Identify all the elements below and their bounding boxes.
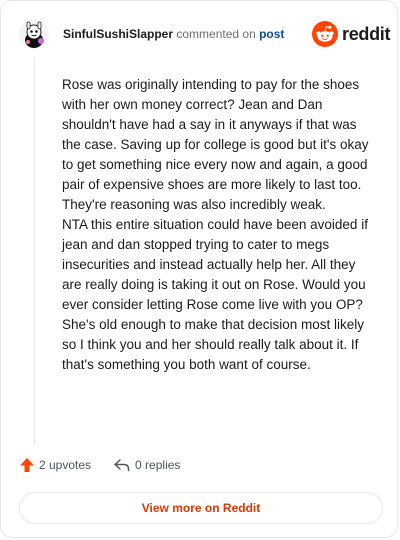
view-more-label: View more on Reddit [141,501,261,515]
view-more-button[interactable]: View more on Reddit [19,492,383,524]
action-text: commented on [176,27,256,41]
comment-paragraph: NTA this entire situation could have bee… [62,217,368,372]
comment-header: SinfulSushiSlapper commented on post [63,27,284,41]
reply-button[interactable]: 0 replies [113,457,180,473]
username[interactable]: SinfulSushiSlapper [63,27,173,41]
upvote-arrow-icon [20,458,34,472]
avatar[interactable] [19,19,49,49]
reddit-snoo-icon [312,21,338,47]
reddit-logo[interactable]: reddit [312,21,391,47]
upvote-count: 2 upvotes [39,458,92,472]
upvote-button[interactable]: 2 upvotes [19,457,91,473]
thread-line [34,57,35,445]
avatar-image [19,19,49,49]
comment-paragraph: Rose was originally intending to pay for… [62,77,369,212]
comment-actions: 2 upvotes 0 replies [19,457,180,473]
logo-wordmark: reddit [342,23,391,44]
reply-count: 0 replies [135,458,181,472]
comment-body: Rose was originally intending to pay for… [62,75,374,375]
post-link[interactable]: post [259,27,284,41]
reply-arrow-icon [114,459,130,472]
embedded-comment-card: SinfulSushiSlapper commented on post red… [0,0,398,538]
